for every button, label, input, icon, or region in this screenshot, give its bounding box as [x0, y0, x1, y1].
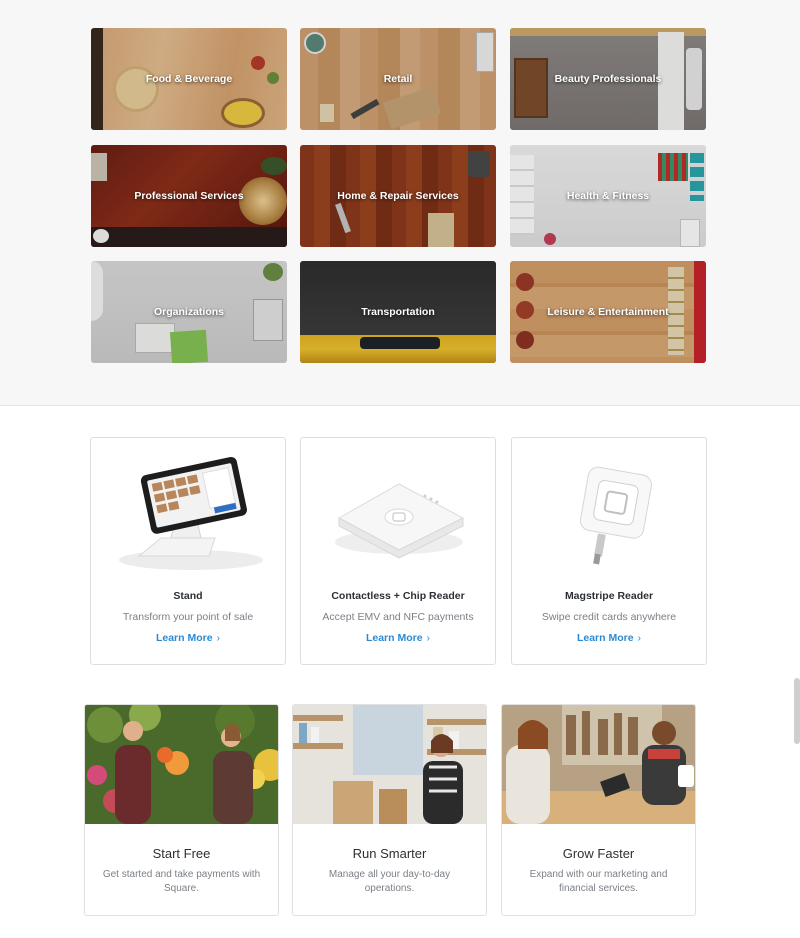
shop-owner-photo	[293, 705, 486, 824]
industry-label: Organizations	[153, 306, 224, 318]
industry-tile-leisure[interactable]: Leisure & Entertainment	[510, 261, 706, 363]
learn-more-link[interactable]: Learn More ›	[512, 632, 706, 644]
chevron-right-icon: ›	[426, 632, 431, 644]
product-description: Transform your point of sale	[122, 611, 254, 623]
flower-shop-photo	[85, 705, 278, 824]
feature-description: Get started and take payments with Squar…	[102, 869, 261, 894]
product-title: Contactless + Chip Reader	[331, 590, 465, 602]
industry-label: Transportation	[361, 306, 435, 318]
industry-label: Retail	[383, 73, 413, 85]
industries-section: Food & Beverage Retail Beauty Profession…	[0, 0, 800, 406]
industry-label: Food & Beverage	[145, 73, 233, 85]
product-title: Magstripe Reader	[564, 590, 654, 602]
checkout-counter-photo	[502, 705, 695, 824]
industry-label: Leisure & Entertainment	[547, 306, 669, 318]
learn-more-label: Learn More	[155, 632, 213, 644]
industry-label: Professional Services	[134, 190, 244, 202]
feature-title: Grow Faster	[562, 846, 635, 861]
industry-tile-beauty[interactable]: Beauty Professionals	[510, 28, 706, 130]
industry-tile-retail[interactable]: Retail	[300, 28, 496, 130]
industry-label: Home & Repair Services	[337, 190, 459, 202]
product-description: Swipe credit cards anywhere	[541, 611, 677, 623]
feature-title: Run Smarter	[352, 846, 427, 861]
industry-tile-food-beverage[interactable]: Food & Beverage	[91, 28, 287, 130]
chevron-right-icon: ›	[216, 632, 221, 644]
industry-tile-professional-services[interactable]: Professional Services	[91, 145, 287, 247]
industry-label: Beauty Professionals	[554, 73, 662, 85]
feature-card-start-free: Start Free Get started and take payments…	[84, 704, 279, 916]
product-card-contactless-reader: Contactless + Chip Reader Accept EMV and…	[300, 437, 496, 665]
product-description: Accept EMV and NFC payments	[322, 611, 474, 623]
magstripe-reader-image	[512, 438, 706, 578]
feature-card-run-smarter: Run Smarter Manage all your day-to-day o…	[292, 704, 487, 916]
scrollbar-thumb[interactable]	[794, 678, 800, 744]
feature-description: Manage all your day-to-day operations.	[328, 869, 451, 894]
industry-tile-transportation[interactable]: Transportation	[300, 261, 496, 363]
stand-image	[91, 438, 285, 578]
industry-tile-organizations[interactable]: Organizations	[91, 261, 287, 363]
industry-tile-health-fitness[interactable]: Health & Fitness	[510, 145, 706, 247]
feature-description: Expand with our marketing and financial …	[529, 869, 668, 894]
product-card-stand: Stand Transform your point of sale Learn…	[90, 437, 286, 665]
learn-more-link[interactable]: Learn More ›	[301, 632, 495, 644]
learn-more-link[interactable]: Learn More ›	[91, 632, 285, 644]
contactless-reader-image	[301, 438, 495, 578]
feature-card-grow-faster: Grow Faster Expand with our marketing an…	[501, 704, 696, 916]
learn-more-label: Learn More	[576, 632, 634, 644]
product-card-magstripe-reader: Magstripe Reader Swipe credit cards anyw…	[511, 437, 707, 665]
learn-more-label: Learn More	[365, 632, 423, 644]
industry-tile-home-repair[interactable]: Home & Repair Services	[300, 145, 496, 247]
feature-title: Start Free	[152, 846, 211, 861]
product-title: Stand	[173, 590, 203, 602]
chevron-right-icon: ›	[637, 632, 642, 644]
industry-label: Health & Fitness	[566, 190, 650, 202]
